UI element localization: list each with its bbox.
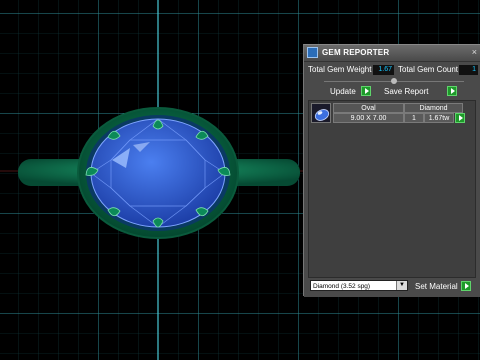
- gem-reporter-icon: [307, 47, 318, 58]
- gem-weight-cell: 1.67tw: [424, 113, 454, 123]
- material-select[interactable]: Diamond (3.52 spg) ▼: [310, 280, 408, 291]
- set-material-label: Set Material: [415, 282, 458, 291]
- divider-handle[interactable]: [391, 78, 397, 84]
- close-icon[interactable]: ×: [472, 47, 477, 57]
- save-report-label: Save Report: [384, 87, 429, 96]
- gem-list: Oval Diamond 9.00 X 7.00 1 1.67tw: [308, 100, 476, 278]
- panel-footer: Diamond (3.52 spg) ▼ Set Material: [304, 278, 480, 297]
- gem-size-cell: 9.00 X 7.00: [333, 113, 404, 123]
- material-select-value: Diamond (3.52 spg): [313, 283, 371, 290]
- set-material-button[interactable]: [461, 281, 471, 291]
- stone-type-header: Diamond: [404, 103, 463, 113]
- panel-titlebar[interactable]: GEM REPORTER ×: [304, 45, 480, 62]
- shape-header: Oval: [333, 103, 404, 113]
- total-count-value: 1: [459, 65, 478, 75]
- gem-qty-cell: 1: [404, 113, 424, 123]
- save-report-button[interactable]: [447, 86, 457, 96]
- row-go-button[interactable]: [455, 113, 465, 123]
- total-count-label: Total Gem Count: [398, 65, 459, 74]
- total-weight-label: Total Gem Weight: [308, 65, 372, 74]
- oval-gem-icon: [311, 103, 331, 123]
- panel-title: GEM REPORTER: [322, 48, 390, 57]
- chevron-down-icon[interactable]: ▼: [396, 281, 407, 290]
- table-row[interactable]: Oval Diamond 9.00 X 7.00 1 1.67tw: [309, 101, 475, 125]
- total-weight-value: 1.67: [373, 65, 394, 75]
- gem-reporter-panel: GEM REPORTER × Total Gem Weight 1.67 Tot…: [303, 44, 480, 297]
- update-button[interactable]: [361, 86, 371, 96]
- update-label: Update: [330, 87, 356, 96]
